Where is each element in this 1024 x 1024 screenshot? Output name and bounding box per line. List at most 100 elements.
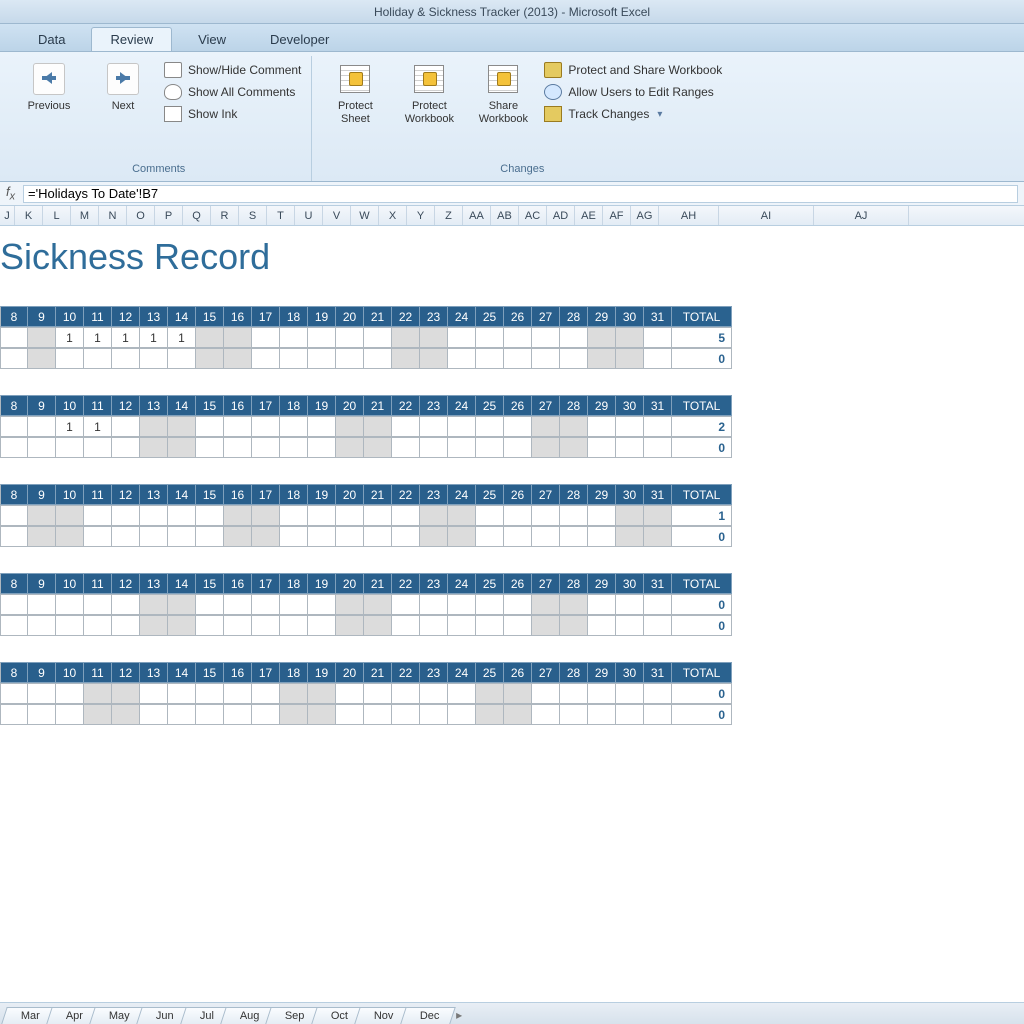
day-cell[interactable] xyxy=(476,437,504,458)
day-cell[interactable] xyxy=(616,505,644,526)
day-cell[interactable] xyxy=(588,615,616,636)
worksheet[interactable]: Sickness Record 891011121314151617181920… xyxy=(0,226,1024,1002)
tab-view[interactable]: View xyxy=(180,28,244,51)
day-cell[interactable] xyxy=(112,683,140,704)
day-cell[interactable] xyxy=(560,416,588,437)
day-cell[interactable] xyxy=(392,704,420,725)
day-cell[interactable] xyxy=(252,594,280,615)
day-cell[interactable] xyxy=(0,348,28,369)
day-cell[interactable] xyxy=(588,327,616,348)
day-cell[interactable] xyxy=(112,526,140,547)
day-cell[interactable] xyxy=(0,704,28,725)
col-head-X[interactable]: X xyxy=(379,206,407,225)
day-cell[interactable] xyxy=(364,683,392,704)
day-cell[interactable] xyxy=(28,327,56,348)
day-cell[interactable] xyxy=(0,437,28,458)
day-cell[interactable] xyxy=(448,615,476,636)
col-head-R[interactable]: R xyxy=(211,206,239,225)
day-cell[interactable] xyxy=(308,615,336,636)
day-cell[interactable] xyxy=(280,416,308,437)
day-cell[interactable] xyxy=(336,327,364,348)
day-cell[interactable] xyxy=(0,526,28,547)
col-head-AA[interactable]: AA xyxy=(463,206,491,225)
day-cell[interactable] xyxy=(364,416,392,437)
day-cell[interactable] xyxy=(196,615,224,636)
day-cell[interactable] xyxy=(224,348,252,369)
day-cell[interactable] xyxy=(476,615,504,636)
day-cell[interactable] xyxy=(140,416,168,437)
day-cell[interactable] xyxy=(616,437,644,458)
day-cell[interactable]: 1 xyxy=(56,416,84,437)
day-cell[interactable] xyxy=(392,505,420,526)
day-cell[interactable] xyxy=(588,594,616,615)
day-cell[interactable] xyxy=(252,704,280,725)
day-cell[interactable] xyxy=(336,437,364,458)
day-cell[interactable] xyxy=(196,683,224,704)
show-ink-button[interactable]: Show Ink xyxy=(164,106,301,122)
day-cell[interactable] xyxy=(504,683,532,704)
day-cell[interactable] xyxy=(112,704,140,725)
day-cell[interactable] xyxy=(196,704,224,725)
day-cell[interactable] xyxy=(364,526,392,547)
day-cell[interactable] xyxy=(0,505,28,526)
day-cell[interactable] xyxy=(56,348,84,369)
day-cell[interactable] xyxy=(644,348,672,369)
day-cell[interactable] xyxy=(392,594,420,615)
day-cell[interactable] xyxy=(532,348,560,369)
day-cell[interactable] xyxy=(420,505,448,526)
day-cell[interactable] xyxy=(252,327,280,348)
day-cell[interactable] xyxy=(84,526,112,547)
day-cell[interactable] xyxy=(168,526,196,547)
tab-developer[interactable]: Developer xyxy=(252,28,347,51)
day-cell[interactable] xyxy=(560,526,588,547)
day-cell[interactable] xyxy=(224,683,252,704)
day-cell[interactable] xyxy=(308,416,336,437)
day-cell[interactable] xyxy=(84,594,112,615)
day-cell[interactable] xyxy=(616,704,644,725)
col-head-AE[interactable]: AE xyxy=(575,206,603,225)
day-cell[interactable] xyxy=(560,594,588,615)
day-cell[interactable] xyxy=(588,526,616,547)
day-cell[interactable] xyxy=(28,594,56,615)
col-head-AJ[interactable]: AJ xyxy=(814,206,909,225)
day-cell[interactable] xyxy=(448,526,476,547)
formula-input[interactable] xyxy=(23,185,1018,203)
show-hide-comment-button[interactable]: Show/Hide Comment xyxy=(164,62,301,78)
day-cell[interactable] xyxy=(476,683,504,704)
day-cell[interactable] xyxy=(56,615,84,636)
day-cell[interactable] xyxy=(336,505,364,526)
day-cell[interactable] xyxy=(308,526,336,547)
day-cell[interactable] xyxy=(112,615,140,636)
day-cell[interactable] xyxy=(504,327,532,348)
day-cell[interactable]: 1 xyxy=(56,327,84,348)
day-cell[interactable] xyxy=(28,683,56,704)
day-cell[interactable] xyxy=(280,327,308,348)
day-cell[interactable] xyxy=(392,437,420,458)
day-cell[interactable] xyxy=(392,416,420,437)
col-head-AB[interactable]: AB xyxy=(491,206,519,225)
day-cell[interactable] xyxy=(308,704,336,725)
day-cell[interactable] xyxy=(196,416,224,437)
day-cell[interactable] xyxy=(28,505,56,526)
show-all-comments-button[interactable]: Show All Comments xyxy=(164,84,301,100)
day-cell[interactable] xyxy=(280,683,308,704)
day-cell[interactable] xyxy=(336,348,364,369)
col-head-K[interactable]: K xyxy=(15,206,43,225)
day-cell[interactable] xyxy=(504,704,532,725)
day-cell[interactable] xyxy=(0,615,28,636)
day-cell[interactable] xyxy=(56,526,84,547)
day-cell[interactable] xyxy=(280,615,308,636)
day-cell[interactable] xyxy=(224,526,252,547)
day-cell[interactable] xyxy=(476,416,504,437)
day-cell[interactable] xyxy=(336,683,364,704)
day-cell[interactable]: 1 xyxy=(84,327,112,348)
day-cell[interactable] xyxy=(364,505,392,526)
day-cell[interactable] xyxy=(644,683,672,704)
day-cell[interactable] xyxy=(588,704,616,725)
day-cell[interactable] xyxy=(420,437,448,458)
day-cell[interactable] xyxy=(364,437,392,458)
day-cell[interactable] xyxy=(532,416,560,437)
day-cell[interactable] xyxy=(532,437,560,458)
day-cell[interactable] xyxy=(28,416,56,437)
day-cell[interactable] xyxy=(168,683,196,704)
